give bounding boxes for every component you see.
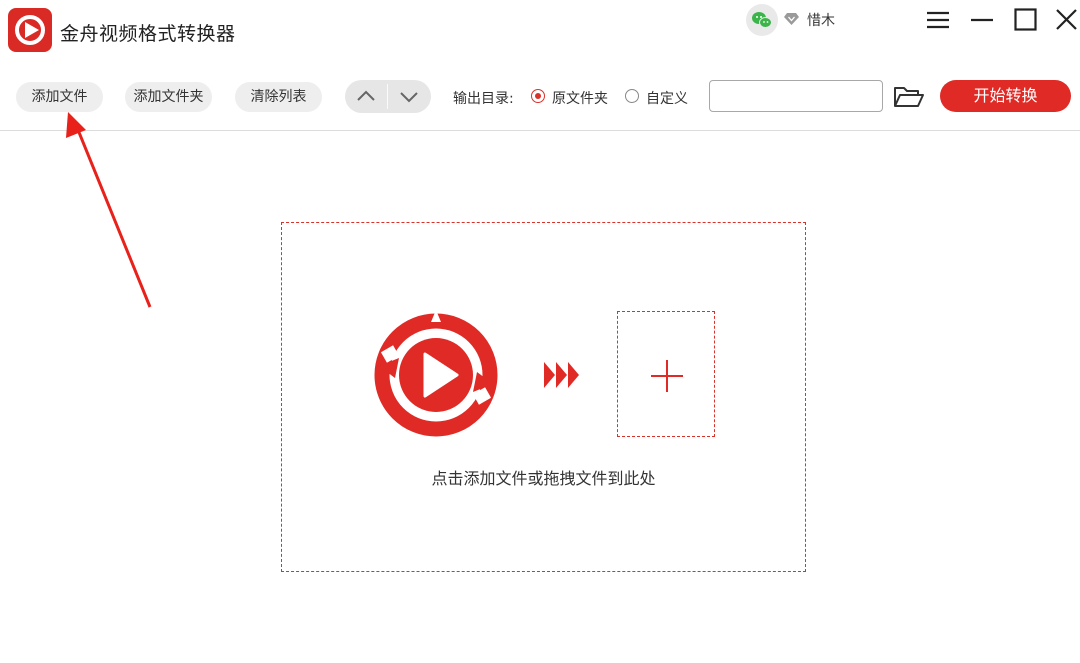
title-bar: 金舟视频格式转换器 惜木 (0, 0, 1080, 62)
plus-icon (651, 360, 683, 392)
move-up-button[interactable] (345, 80, 387, 113)
start-convert-button[interactable]: 开始转换 (940, 80, 1071, 112)
chevron-up-icon (357, 90, 375, 101)
output-path-input[interactable] (709, 80, 883, 112)
annotation-arrow-icon (66, 112, 152, 308)
move-order-control (345, 80, 431, 113)
clear-list-button[interactable]: 清除列表 (235, 82, 322, 112)
play-refresh-icon (374, 310, 498, 437)
diamond-icon (784, 13, 799, 25)
radio-original-folder-label[interactable]: 原文件夹 (552, 88, 608, 108)
radio-custom[interactable] (625, 89, 639, 103)
chevron-down-icon (400, 92, 418, 103)
radio-original-folder[interactable] (531, 89, 545, 103)
move-down-button[interactable] (388, 80, 430, 113)
folder-open-icon[interactable] (893, 84, 925, 110)
username[interactable]: 惜木 (807, 10, 835, 30)
radio-custom-label[interactable]: 自定义 (646, 88, 688, 108)
wechat-icon (752, 12, 772, 28)
menu-icon[interactable] (924, 6, 952, 34)
app-title: 金舟视频格式转换器 (60, 23, 236, 45)
triple-arrow-icon (544, 362, 579, 388)
close-icon[interactable] (1052, 6, 1080, 34)
file-drop-zone[interactable] (281, 222, 806, 572)
maximize-icon[interactable] (1012, 6, 1040, 34)
add-file-box[interactable] (617, 311, 715, 437)
output-directory-label: 输出目录: (453, 91, 514, 107)
app-logo-icon (8, 8, 52, 52)
minimize-icon[interactable] (968, 6, 996, 34)
wechat-button[interactable] (746, 4, 778, 36)
drop-hint-text: 点击添加文件或拖拽文件到此处 (431, 469, 656, 488)
